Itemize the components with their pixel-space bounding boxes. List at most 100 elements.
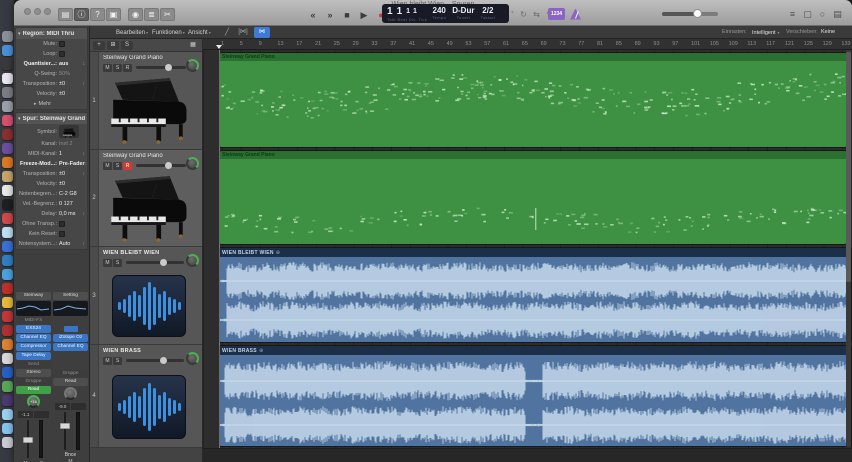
global-solo-button[interactable]: S	[121, 41, 133, 50]
dock-app-icon[interactable]	[1, 59, 13, 70]
track-inspector-header[interactable]: ▾ Spur: Steinway Grand Piano	[16, 113, 87, 124]
inspector-parameter-row[interactable]: ▸ Mehr	[16, 99, 87, 109]
group-slot[interactable]: Gruppe	[16, 378, 51, 385]
list-editors-button[interactable]: ≡	[786, 8, 799, 21]
inspector-parameter-row[interactable]: Transposition: ±0 ↕	[16, 79, 87, 89]
inspector-parameter-row[interactable]: Velocity: ±0	[16, 179, 87, 189]
strip-mute-button[interactable]: M	[63, 458, 78, 462]
automation-mode-button[interactable]: Read	[16, 386, 51, 394]
stepper-control[interactable]: ↕	[83, 241, 86, 247]
inspector-parameter-row[interactable]: Freeze-Mod...: Pre-Fader ↕	[16, 159, 87, 169]
parameter-value[interactable]: Auto	[59, 241, 70, 247]
dock-app-icon[interactable]	[1, 45, 13, 56]
stepper-control[interactable]: ↕	[83, 151, 86, 157]
minimize-window-button[interactable]	[34, 8, 41, 15]
plugin-slot[interactable]: EXS24	[16, 325, 51, 333]
dock-app-icon[interactable]	[1, 157, 13, 168]
track-pan-knob[interactable]	[186, 254, 199, 267]
apple-loops-button[interactable]: ○	[816, 8, 829, 21]
mute-button[interactable]: M	[103, 259, 112, 267]
dock-app-icon[interactable]	[1, 143, 13, 154]
track-header-2[interactable]: 2 Steinway Grand Piano M S R	[90, 150, 202, 247]
dock-app-icon[interactable]	[1, 31, 13, 42]
automation-button[interactable]: ╱	[221, 27, 233, 38]
dock-app-icon[interactable]	[1, 339, 13, 350]
pan-knob[interactable]	[53, 387, 88, 402]
master-volume-slider[interactable]	[662, 9, 718, 18]
stepper-control[interactable]: ↕	[83, 211, 86, 217]
library-button[interactable]: ▤	[58, 8, 73, 21]
dock-app-icon[interactable]	[1, 283, 13, 294]
inspector-parameter-row[interactable]: Quantisier...: aus ↕	[16, 59, 87, 69]
smart-controls-button[interactable]: ◉	[128, 8, 143, 21]
dock-app-icon[interactable]	[1, 255, 13, 266]
track-name[interactable]: Steinway Grand Piano	[103, 55, 163, 61]
parameter-checkbox[interactable]	[59, 231, 65, 237]
arrange-area[interactable]: 1 5 9 13 17 21 25 29 33 37 41 45 49 53 57 61 65 69 73 77 81 8…	[203, 39, 852, 462]
pan-knob[interactable]: +16	[16, 395, 51, 410]
dock-app-icon[interactable]	[1, 381, 13, 392]
track-name[interactable]: Steinway Grand Piano	[103, 153, 163, 159]
rewind-button[interactable]: «	[305, 9, 321, 22]
parameter-value[interactable]: ±0	[59, 181, 65, 187]
menu-funktionen[interactable]: Funktionen▾	[152, 26, 185, 39]
dock-app-icon[interactable]	[1, 297, 13, 308]
track-icon-thumbnail[interactable]	[59, 125, 79, 140]
track-pan-knob[interactable]	[186, 59, 199, 72]
eq-thumbnail[interactable]	[16, 301, 51, 316]
region-lanes[interactable]: Steinway Grand Piano Steinway Grand Pian…	[203, 50, 852, 462]
toolbar-button[interactable]: ▣	[106, 8, 121, 21]
inspector-parameter-row[interactable]: Notenbegren...: C-2 G8	[16, 189, 87, 199]
strip-setting-button[interactable]: Setting	[53, 292, 88, 300]
cycle-button[interactable]: ↻	[517, 9, 530, 21]
inspector-button[interactable]: ⓘ	[74, 8, 89, 21]
inspector-parameter-row[interactable]: Transposition: ±0 ↕	[16, 169, 87, 179]
track-header-4[interactable]: 4 WIEN BRASS M S	[90, 345, 202, 448]
audio-region-2[interactable]: WIEN BRASS ⊕	[219, 345, 852, 447]
track-volume-slider[interactable]	[126, 357, 184, 364]
stop-button[interactable]: ■	[339, 9, 355, 22]
catch-playhead-button[interactable]: ⋈	[254, 27, 270, 38]
parameter-value[interactable]: 50%	[59, 71, 70, 77]
solo-button[interactable]: S	[113, 357, 122, 365]
stepper-control[interactable]: ↕	[85, 161, 88, 167]
stepper-control[interactable]: ↕	[83, 171, 86, 177]
parameter-value[interactable]: 0 127	[59, 201, 73, 207]
dock-app-icon[interactable]	[1, 409, 13, 420]
plugin-slot[interactable]: Channel EQ	[16, 334, 51, 342]
dock-app-icon[interactable]	[1, 353, 13, 364]
parameter-value[interactable]: ±0	[59, 171, 65, 177]
plugin-slot[interactable]: Compressor	[16, 343, 51, 351]
inspector-parameter-row[interactable]: Ohne Transp.:	[16, 219, 87, 229]
lcd-dropdown-icon[interactable]: ▾	[511, 9, 514, 16]
inspector-parameter-row[interactable]: Kein Reset:	[16, 229, 87, 239]
output-button[interactable]: Stereo	[16, 369, 51, 377]
parameter-value[interactable]: C-2 G8	[59, 191, 77, 197]
dock-app-icon[interactable]	[1, 199, 13, 210]
dock-app-icon[interactable]	[1, 269, 13, 280]
eq-thumbnail[interactable]	[53, 301, 88, 316]
inspector-parameter-row[interactable]: Notensystem...: Auto ↕	[16, 239, 87, 249]
group-slot[interactable]: Gruppe	[53, 370, 88, 377]
solo-button[interactable]: S	[113, 162, 122, 170]
note-pads-button[interactable]: ▢	[801, 8, 814, 21]
inspector-parameter-row[interactable]: Mute:	[16, 39, 87, 49]
plugin-slot[interactable]: Tape Delay	[16, 352, 51, 360]
stepper-control[interactable]: ↕	[83, 81, 86, 87]
fader-cap[interactable]	[60, 423, 70, 429]
add-track-button[interactable]: +	[93, 41, 105, 50]
dock-app-icon[interactable]	[1, 73, 13, 84]
inspector-parameter-row[interactable]: Q-Swing: 50%	[16, 69, 87, 79]
solo-button[interactable]: S	[113, 64, 122, 72]
dock-app-icon[interactable]	[1, 241, 13, 252]
strip-setting-button[interactable]: Steinway	[16, 292, 51, 300]
dock-app-icon[interactable]	[1, 423, 13, 434]
mute-button[interactable]: M	[103, 64, 112, 72]
record-enable-button[interactable]: R	[123, 64, 132, 72]
region-inspector-header[interactable]: ▾ Region: MIDI Thru	[16, 28, 87, 39]
parameter-value[interactable]: 0,0 ms	[59, 211, 76, 217]
inspector-parameter-row[interactable]: Velocity: ±0	[16, 89, 87, 99]
dock-app-icon[interactable]	[1, 101, 13, 112]
midi-fx-slot[interactable]: MIDI-FX	[16, 317, 51, 324]
plugin-chip[interactable]	[63, 326, 78, 332]
